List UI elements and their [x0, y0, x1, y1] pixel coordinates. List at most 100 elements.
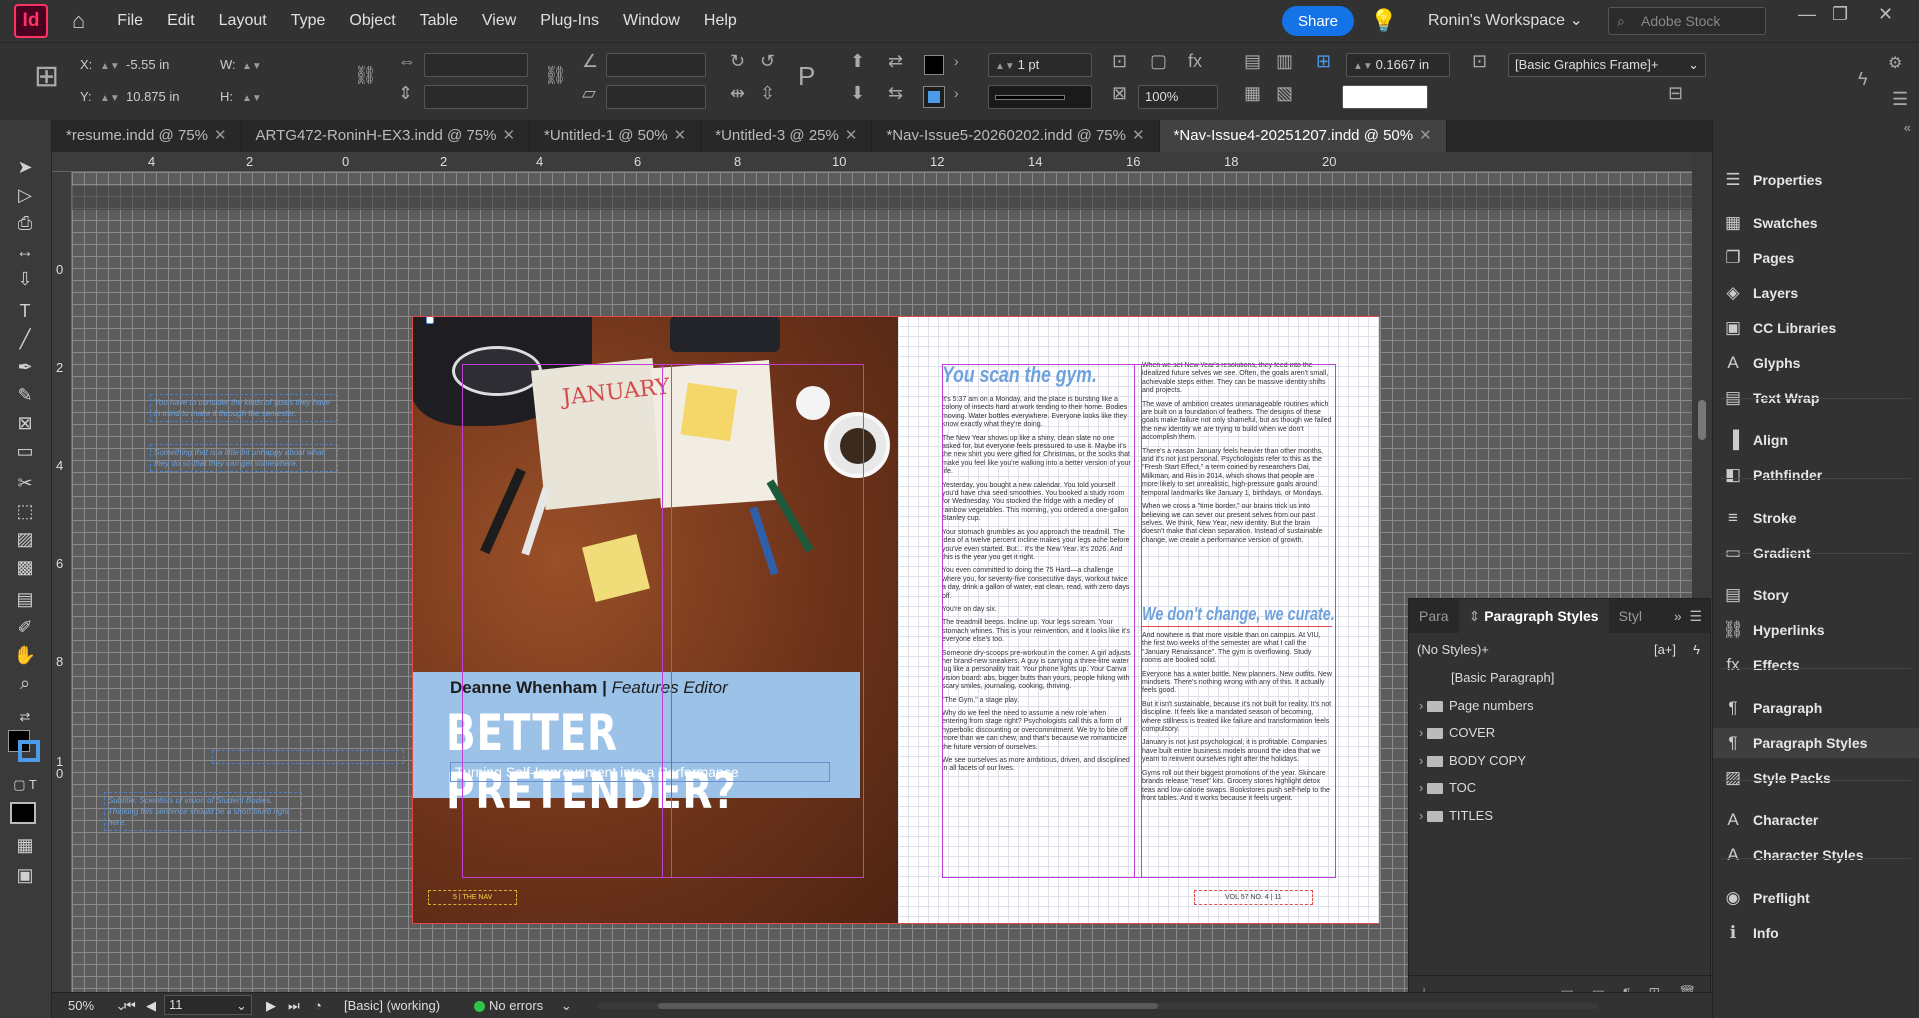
close-window-icon[interactable]: ✕	[1878, 4, 1893, 25]
select-next-icon[interactable]: ⇄	[888, 51, 903, 72]
flip-horizontal-icon[interactable]: ⇹	[730, 83, 745, 104]
style-group[interactable]: › Page numbers	[1409, 693, 1712, 719]
close-tab-icon[interactable]: ✕	[1132, 127, 1145, 144]
pencil-tool-icon[interactable]: ✎	[12, 382, 38, 408]
select-container-icon[interactable]: ⬆	[850, 51, 865, 72]
tab-paragraph[interactable]: Para	[1409, 608, 1459, 624]
gradient-swatch-tool-icon[interactable]: ▨	[12, 526, 38, 552]
restore-icon[interactable]: ❐	[1832, 4, 1848, 25]
stroke-weight-field[interactable]: ▲▼ 1 pt	[988, 53, 1092, 77]
stroke-type-select[interactable]	[988, 85, 1092, 109]
panel-menu-icon[interactable]: ☰	[1892, 89, 1908, 110]
scissors-tool-icon[interactable]: ✂	[12, 470, 38, 496]
fit-frame-icon[interactable]: ⊡	[1112, 51, 1127, 72]
horizontal-ruler[interactable]: 4 2 0 2 4 6 8 10 12 14 16 18 20	[52, 152, 1692, 172]
y-spinner[interactable]: ▲▼	[100, 89, 120, 104]
corner-options-icon[interactable]: ▢	[1150, 51, 1167, 72]
last-page-icon[interactable]: ⏭	[288, 998, 300, 1014]
chevron-down-icon[interactable]: ⌄	[236, 998, 247, 1014]
dock-item-properties[interactable]: ☰ Properties	[1713, 165, 1919, 195]
stroke-swatch[interactable]	[923, 86, 945, 108]
stroke-menu-icon[interactable]: ›	[954, 85, 959, 101]
rectangle-tool-icon[interactable]: ▭	[12, 438, 38, 464]
right-page[interactable]: You scan the gym. It's 5:37 am on a Mond…	[898, 316, 1380, 924]
dock-item-preflight[interactable]: ◉ Preflight	[1713, 883, 1919, 913]
chevron-right-icon[interactable]: ›	[1419, 698, 1427, 713]
preflight-status[interactable]: No errors ⌄	[474, 998, 572, 1014]
gradient-feather-tool-icon[interactable]: ▩	[12, 554, 38, 580]
share-button[interactable]: Share	[1282, 6, 1354, 36]
text-wrap-box-icon[interactable]: ▥	[1276, 51, 1293, 72]
selection-tool-icon[interactable]: ➤	[12, 154, 38, 180]
text-wrap-none-icon[interactable]: ▤	[1244, 51, 1261, 72]
menu-help[interactable]: Help	[692, 0, 749, 42]
auto-fit-icon[interactable]: ⊡	[1472, 51, 1487, 72]
scale-y-icon[interactable]: ⇕	[398, 83, 413, 104]
menu-file[interactable]: File	[105, 0, 155, 42]
document-tab[interactable]: *Untitled-3 @ 25% ✕	[701, 120, 873, 152]
close-tab-icon[interactable]: ✕	[845, 127, 858, 144]
body-column-2-bottom[interactable]: And nowhere is that more visible than on…	[1142, 632, 1332, 862]
lightbulb-icon[interactable]: 💡	[1370, 8, 1397, 34]
h-field[interactable]: ▲▼	[242, 89, 262, 104]
dock-item-pages[interactable]: ❐ Pages	[1713, 243, 1919, 273]
fx-icon[interactable]: fx	[1188, 51, 1202, 72]
direct-selection-tool-icon[interactable]: ▷	[12, 182, 38, 208]
dock-item-style-packs[interactable]: ▨ Style Packs	[1713, 763, 1919, 793]
screen-mode-icon[interactable]: ▦	[12, 832, 38, 858]
reference-point-icon[interactable]: ⊞	[34, 59, 59, 94]
folio-right[interactable]: VOL 57 NO. 4 | 11	[1194, 890, 1313, 905]
stroke-style-preview[interactable]	[1342, 85, 1428, 109]
menu-view[interactable]: View	[470, 0, 528, 42]
vertical-ruler[interactable]: 0 2 4 6 8 1 0	[52, 172, 72, 992]
home-icon[interactable]: ⌂	[72, 8, 85, 34]
dock-item-info[interactable]: ℹ Info	[1713, 918, 1919, 948]
tab-paragraph-styles[interactable]: ⇕ Paragraph Styles	[1458, 599, 1609, 633]
align-center-icon[interactable]: ▧	[1276, 83, 1293, 104]
type-tool-icon[interactable]: T	[12, 298, 38, 324]
style-item[interactable]: [Basic Paragraph]	[1409, 665, 1712, 691]
document-tab[interactable]: ARTG472-RoninH-EX3.indd @ 75% ✕	[242, 120, 531, 152]
dock-item-hyperlinks[interactable]: ⛓ Hyperlinks	[1713, 615, 1919, 645]
body-column-1[interactable]: It's 5:37 am on a Monday, and the place …	[942, 396, 1132, 856]
document-tab[interactable]: *Nav-Issue4-20251207.indd @ 50% ✕	[1159, 120, 1447, 152]
constrain-proportions-icon[interactable]: ⛓	[354, 65, 377, 86]
document-tab[interactable]: *Untitled-1 @ 50% ✕	[530, 120, 702, 152]
dock-item-paragraph-styles[interactable]: ¶ Paragraph Styles	[1713, 727, 1919, 758]
dock-item-pathfinder[interactable]: ◧ Pathfinder	[1713, 460, 1919, 490]
section-title[interactable]: We don't change, we curate.	[1142, 604, 1335, 625]
w-field[interactable]: ▲▼	[242, 57, 262, 72]
rotate-field[interactable]	[606, 53, 706, 77]
zoom-select[interactable]: 50% ⌄	[68, 998, 127, 1014]
constrain-scale-icon[interactable]: ⛓	[544, 65, 567, 86]
shear-icon[interactable]: ▱	[582, 83, 596, 104]
style-group[interactable]: › BODY COPY	[1409, 748, 1712, 774]
opacity-icon[interactable]: ⊠	[1112, 83, 1127, 104]
note-tool-icon[interactable]: ▤	[12, 586, 38, 612]
fill-menu-icon[interactable]: ›	[954, 53, 959, 69]
free-transform-tool-icon[interactable]: ⬚	[12, 498, 38, 524]
minimize-icon[interactable]: —	[1798, 4, 1816, 25]
dock-item-character-styles[interactable]: A Character Styles	[1713, 840, 1919, 870]
line-tool-icon[interactable]: ╱	[12, 326, 38, 352]
style-group[interactable]: › COVER	[1409, 720, 1712, 746]
hand-tool-icon[interactable]: ✋	[12, 642, 38, 668]
formatting-container-icon[interactable]: ▢ T	[12, 772, 38, 798]
dock-item-character[interactable]: A Character	[1713, 805, 1919, 835]
select-prev-icon[interactable]: ⇆	[888, 83, 903, 104]
workspace-switcher[interactable]: Ronin's Workspace ⌄	[1428, 10, 1583, 30]
preview-mode-icon[interactable]: ▣	[12, 862, 38, 888]
page-tool-icon[interactable]: ⎙	[12, 210, 38, 236]
opacity-field[interactable]: 100%	[1138, 85, 1218, 109]
fill-swatch[interactable]	[924, 55, 944, 75]
style-group[interactable]: › TOC	[1409, 775, 1712, 801]
menu-window[interactable]: Window	[611, 0, 692, 42]
close-tab-icon[interactable]: ✕	[674, 127, 687, 144]
rotate-ccw-icon[interactable]: ↺	[760, 51, 775, 72]
gutter-field[interactable]: ▲▼ 0.1667 in	[1346, 53, 1450, 77]
menu-table[interactable]: Table	[408, 0, 470, 42]
scale-x-icon[interactable]: ⇔	[398, 51, 416, 72]
menu-edit[interactable]: Edit	[155, 0, 207, 42]
gutter-icon[interactable]: ⊞	[1316, 51, 1331, 72]
left-page[interactable]: JANUARY Deanne Whenham | Features Editor…	[412, 316, 898, 924]
